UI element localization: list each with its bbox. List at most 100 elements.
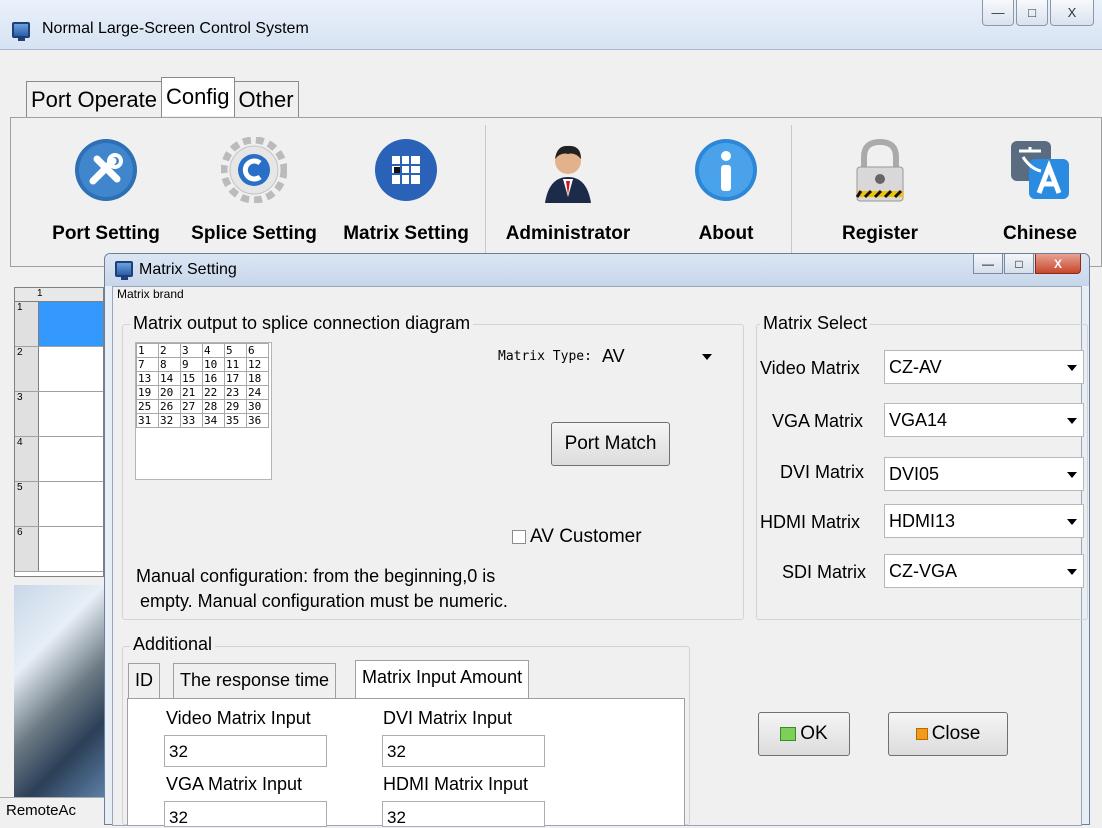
diagram-cell[interactable]: 7 bbox=[136, 357, 159, 372]
dvi-matrix-input-field[interactable]: 32 bbox=[382, 735, 545, 767]
grid-row[interactable]: 4 bbox=[15, 437, 103, 482]
chinese-label: Chinese bbox=[1003, 223, 1077, 244]
register-button[interactable]: Register bbox=[818, 131, 942, 245]
diagram-cell[interactable]: 36 bbox=[246, 413, 269, 428]
maximize-button[interactable]: □ bbox=[1016, 0, 1048, 26]
diagram-cell[interactable]: 11 bbox=[224, 357, 247, 372]
row-header: 2 bbox=[15, 347, 39, 391]
grid-row[interactable]: 6 bbox=[15, 527, 103, 572]
diagram-cell[interactable]: 9 bbox=[180, 357, 203, 372]
grid-row[interactable]: 1 bbox=[15, 302, 103, 347]
diagram-cell[interactable]: 20 bbox=[158, 385, 181, 400]
port-grid[interactable]: 1 1 2 3 4 5 6 bbox=[14, 287, 104, 577]
diagram-cell[interactable]: 15 bbox=[180, 371, 203, 386]
tab-config[interactable]: Config bbox=[160, 77, 235, 116]
hdmi-matrix-label: HDMI Matrix bbox=[760, 512, 860, 532]
av-customer-checkbox-row[interactable]: AV Customer bbox=[512, 526, 642, 548]
ok-button[interactable]: OK bbox=[758, 712, 850, 756]
administrator-button[interactable]: Administrator bbox=[496, 131, 640, 245]
diagram-cell[interactable]: 22 bbox=[202, 385, 225, 400]
dvi-matrix-select[interactable]: DVI05 bbox=[884, 457, 1084, 491]
video-matrix-select[interactable]: CZ-AV bbox=[884, 350, 1084, 384]
user-icon bbox=[535, 137, 601, 203]
diagram-cell[interactable]: 32 bbox=[158, 413, 181, 428]
splice-setting-button[interactable]: Splice Setting bbox=[184, 131, 324, 245]
close-label: Close bbox=[931, 723, 981, 744]
diagram-cell[interactable]: 5 bbox=[224, 343, 247, 358]
vga-matrix-value: VGA14 bbox=[889, 410, 948, 430]
diagram-cell[interactable]: 28 bbox=[202, 399, 225, 414]
hdmi-matrix-value: HDMI13 bbox=[889, 511, 956, 531]
diagram-cell[interactable]: 30 bbox=[246, 399, 269, 414]
additional-legend: Additional bbox=[130, 634, 216, 655]
hdmi-matrix-input-field[interactable]: 32 bbox=[382, 801, 545, 827]
dialog-minimize-button[interactable]: — bbox=[973, 254, 1003, 274]
tab-other[interactable]: Other bbox=[233, 81, 299, 118]
matrix-type-select[interactable]: AV bbox=[598, 340, 718, 374]
grid-row[interactable]: 2 bbox=[15, 347, 103, 392]
diagram-cell[interactable]: 8 bbox=[158, 357, 181, 372]
diagram-cell[interactable]: 29 bbox=[224, 399, 247, 414]
grid-row[interactable]: 5 bbox=[15, 482, 103, 527]
diagram-cell[interactable]: 25 bbox=[136, 399, 159, 414]
hdmi-matrix-input-label: HDMI Matrix Input bbox=[383, 774, 529, 794]
vga-matrix-input-field[interactable]: 32 bbox=[164, 801, 327, 827]
diagram-cell[interactable]: 4 bbox=[202, 343, 225, 358]
grid-row[interactable]: 3 bbox=[15, 392, 103, 437]
hdmi-matrix-select[interactable]: HDMI13 bbox=[884, 504, 1084, 538]
diagram-cell[interactable]: 24 bbox=[246, 385, 269, 400]
connection-diagram[interactable]: 123456 7 8 9 10 11 12 13 14 15 16 17 18 19 20 21 22 23… bbox=[135, 342, 272, 480]
diagram-cell[interactable]: 13 bbox=[136, 371, 159, 386]
vga-matrix-select[interactable]: VGA14 bbox=[884, 403, 1084, 437]
av-customer-checkbox[interactable] bbox=[512, 530, 526, 544]
minimize-button[interactable]: — bbox=[982, 0, 1014, 26]
dialog-title: Matrix Setting bbox=[139, 261, 237, 278]
tab-matrix-input-amount[interactable]: Matrix Input Amount bbox=[355, 660, 530, 700]
diagram-cell[interactable]: 33 bbox=[180, 413, 203, 428]
diagram-cell[interactable]: 10 bbox=[202, 357, 225, 372]
diagram-cell[interactable]: 6 bbox=[246, 343, 269, 358]
diagram-cell[interactable]: 1 bbox=[136, 343, 159, 358]
vga-matrix-label: VGA Matrix bbox=[772, 411, 864, 431]
about-button[interactable]: About bbox=[676, 131, 776, 245]
matrix-setting-label: Matrix Setting bbox=[343, 223, 469, 244]
close-dialog-button[interactable]: Close bbox=[888, 712, 1008, 756]
diagram-cell[interactable]: 16 bbox=[202, 371, 225, 386]
chevron-down-icon bbox=[1067, 418, 1077, 424]
tab-id[interactable]: ID bbox=[128, 663, 160, 699]
diagram-cell[interactable]: 19 bbox=[136, 385, 159, 400]
diagram-cell[interactable]: 2 bbox=[158, 343, 181, 358]
diagram-cell[interactable]: 3 bbox=[180, 343, 203, 358]
sdi-matrix-label: SDI Matrix bbox=[782, 562, 867, 582]
video-matrix-input-field[interactable]: 32 bbox=[164, 735, 327, 767]
tab-response-time[interactable]: The response time bbox=[173, 663, 337, 699]
diagram-cell[interactable]: 18 bbox=[246, 371, 269, 386]
matrix-setting-button[interactable]: Matrix Setting bbox=[334, 131, 478, 245]
row-header: 4 bbox=[15, 437, 39, 481]
diagram-cell[interactable]: 21 bbox=[180, 385, 203, 400]
tab-port-operate[interactable]: Port Operate bbox=[26, 81, 162, 118]
diagram-cell[interactable]: 31 bbox=[136, 413, 159, 428]
sdi-matrix-select[interactable]: CZ-VGA bbox=[884, 554, 1084, 588]
diagram-cell[interactable]: 14 bbox=[158, 371, 181, 386]
diagram-cell[interactable]: 26 bbox=[158, 399, 181, 414]
dialog-controls: — □ X bbox=[973, 254, 1081, 274]
port-match-button[interactable]: Port Match bbox=[551, 422, 670, 466]
matrix-type-value: AV bbox=[602, 346, 625, 366]
av-customer-label: AV Customer bbox=[530, 526, 642, 547]
dialog-monitor-icon bbox=[115, 261, 133, 280]
grid-column-header: 1 bbox=[15, 288, 103, 302]
chinese-button[interactable]: Chinese bbox=[984, 131, 1096, 245]
port-setting-button[interactable]: Port Setting bbox=[44, 131, 168, 245]
dialog-maximize-button[interactable]: □ bbox=[1004, 254, 1034, 274]
dialog-close-button[interactable]: X bbox=[1035, 254, 1081, 274]
close-button[interactable]: X bbox=[1050, 0, 1094, 26]
dvi-matrix-value: DVI05 bbox=[889, 464, 940, 484]
diagram-cell[interactable]: 23 bbox=[224, 385, 247, 400]
diagram-cell[interactable]: 35 bbox=[224, 413, 247, 428]
diagram-cell[interactable]: 12 bbox=[246, 357, 269, 372]
diagram-cell[interactable]: 17 bbox=[224, 371, 247, 386]
diagram-cell[interactable]: 34 bbox=[202, 413, 225, 428]
diagram-cell[interactable]: 27 bbox=[180, 399, 203, 414]
matrix-brand-label: Matrix brand bbox=[117, 287, 184, 301]
